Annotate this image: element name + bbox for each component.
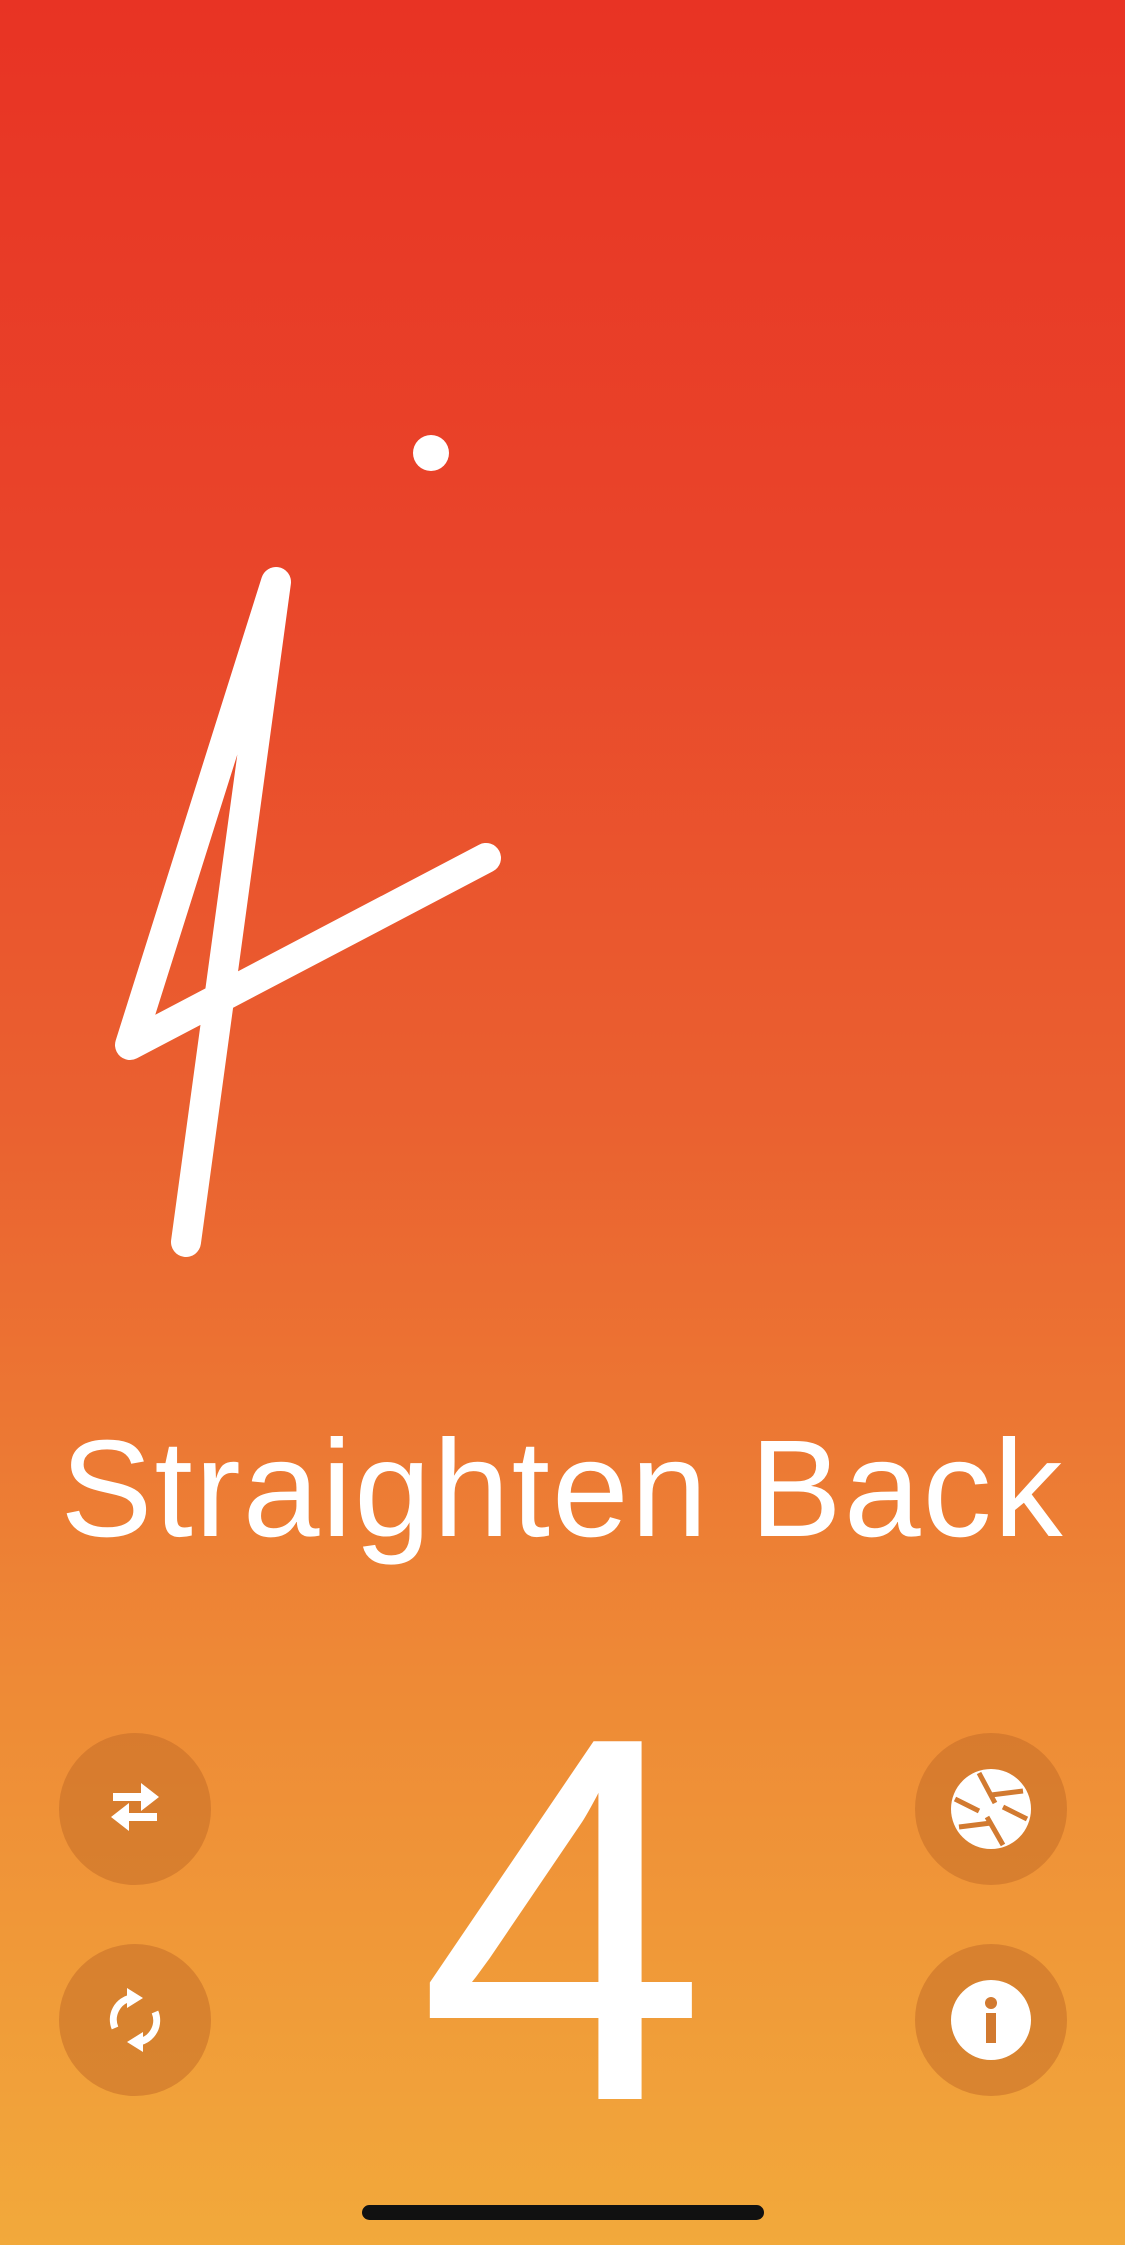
stick-figure	[115, 435, 501, 1257]
camera-aperture-icon	[951, 1769, 1031, 1849]
figure-body-stroke	[115, 567, 501, 1257]
home-indicator[interactable]	[362, 2205, 764, 2220]
swap-arrows-icon	[111, 1783, 159, 1831]
swap-button[interactable]	[59, 1733, 211, 1885]
rep-counter: 4	[417, 1629, 708, 2210]
refresh-icon	[109, 1988, 161, 2052]
info-button[interactable]	[915, 1944, 1067, 2096]
shutter-button[interactable]	[915, 1733, 1067, 1885]
info-icon	[951, 1980, 1031, 2060]
figure-head	[413, 435, 449, 471]
refresh-button[interactable]	[59, 1944, 211, 2096]
exercise-screen: Straighten Back 4	[0, 0, 1125, 2245]
exercise-title: Straighten Back	[60, 1412, 1065, 1566]
